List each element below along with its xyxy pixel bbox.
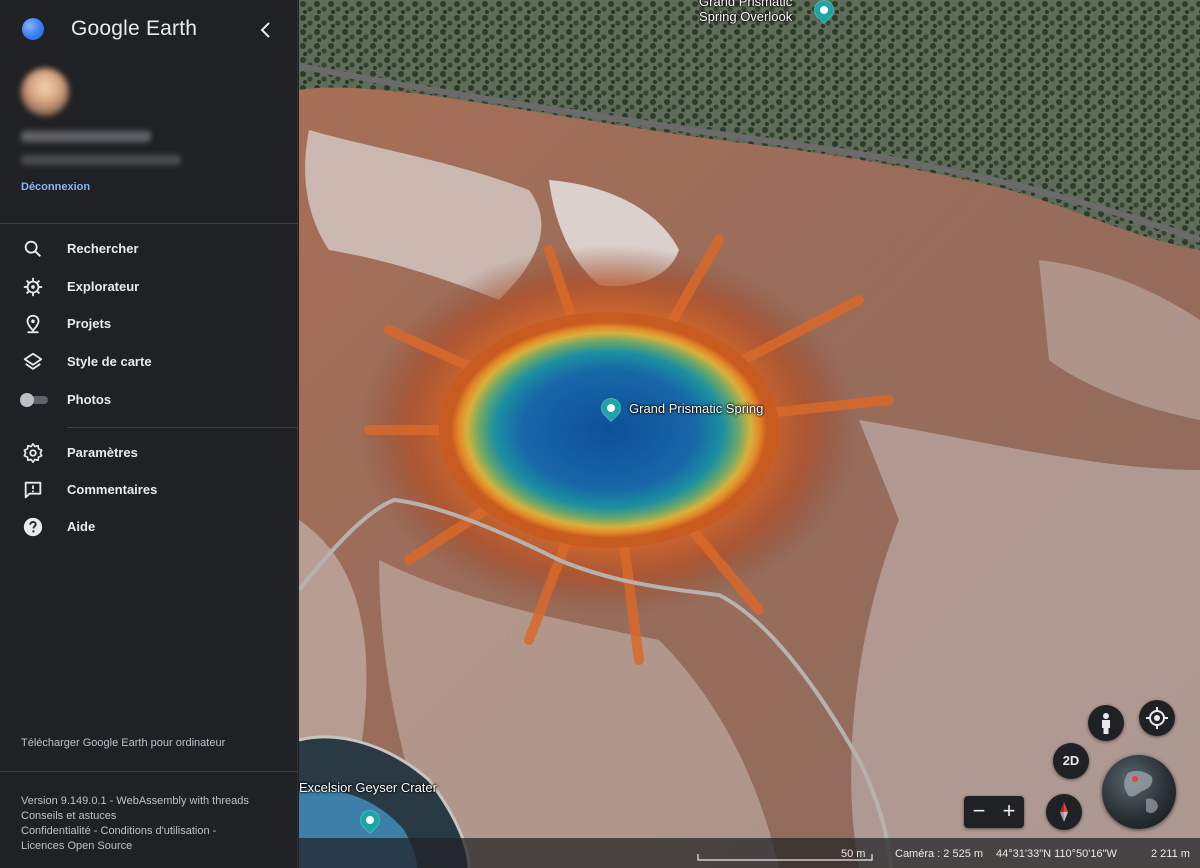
layers-icon	[23, 352, 43, 370]
place-label-overlook[interactable]: Grand Prismatic Spring Overlook	[699, 0, 792, 24]
licenses-link[interactable]: Licences Open Source	[21, 839, 249, 854]
toggle-knob	[20, 393, 34, 407]
compass-button[interactable]	[1046, 794, 1082, 830]
menu-item-label: Rechercher	[67, 241, 139, 256]
chevron-left-icon	[260, 22, 270, 38]
menu-item-label: Projets	[67, 316, 112, 331]
place-label-excelsior[interactable]: Excelsior Geyser Crater	[299, 780, 437, 795]
search-icon	[24, 240, 42, 258]
separator: -	[90, 825, 101, 837]
menu-item-label: Photos	[67, 392, 112, 407]
user-email-blurred	[21, 155, 181, 165]
divider	[0, 771, 298, 772]
menu-item-feedback[interactable]: Commentaires	[0, 472, 298, 508]
separator: -	[209, 825, 217, 837]
privacy-link[interactable]: Confidentialité	[21, 825, 91, 837]
globe-overview-button[interactable]	[1102, 755, 1176, 829]
avatar[interactable]	[21, 68, 69, 116]
menu-item-map-style[interactable]: Style de carte	[0, 344, 298, 380]
divider	[0, 223, 298, 224]
coordinates: 44°31'33"N 110°50'16"W	[996, 848, 1117, 860]
download-desktop-link[interactable]: Télécharger Google Earth pour ordinateur	[21, 737, 225, 749]
menu-item-search[interactable]: Rechercher	[0, 231, 298, 267]
zoom-in-button[interactable]: +	[994, 799, 1024, 823]
scale-label: 50 m	[841, 848, 866, 860]
collapse-sidebar-button[interactable]	[254, 18, 278, 42]
place-label-line: Grand Prismatic	[699, 0, 793, 9]
place-label-line: Spring Overlook	[699, 9, 793, 24]
terms-link[interactable]: Conditions d'utilisation	[101, 825, 210, 837]
logout-link[interactable]: Déconnexion	[21, 181, 90, 193]
zoom-out-button[interactable]: −	[964, 799, 994, 823]
explorer-icon	[23, 277, 43, 297]
satellite-imagery	[299, 0, 1200, 868]
menu-item-label: Explorateur	[67, 279, 140, 294]
menu-item-photos[interactable]: Photos	[0, 382, 298, 418]
legal-links: Confidentialité - Conditions d'utilisati…	[21, 824, 249, 839]
status-bar: 50 m Caméra : 2 525 m 44°31'33"N 110°50'…	[299, 838, 1200, 868]
ground-altitude: 2 211 m	[1151, 848, 1190, 860]
gear-icon	[23, 443, 43, 463]
zoom-controls: − +	[964, 796, 1024, 828]
google-earth-logo-icon	[22, 18, 44, 40]
version-text: Version 9.149.0.1 - WebAssembly with thr…	[21, 795, 249, 807]
help-icon	[23, 517, 43, 537]
menu-item-label: Paramètres	[67, 445, 138, 460]
toggle-2d-button[interactable]: 2D	[1053, 743, 1089, 779]
menu-item-help[interactable]: Aide	[0, 509, 298, 545]
street-view-button[interactable]	[1088, 705, 1124, 741]
footer: Version 9.149.0.1 - WebAssembly with thr…	[21, 794, 249, 854]
menu-item-projects[interactable]: Projets	[0, 306, 298, 342]
sidebar: Google Earth Déconnexion Rechercher Expl…	[0, 0, 298, 868]
menu-item-settings[interactable]: Paramètres	[0, 435, 298, 471]
menu-item-label: Commentaires	[67, 482, 158, 497]
app-title: Google Earth	[71, 17, 198, 40]
divider	[67, 427, 298, 428]
pegman-icon	[1102, 713, 1110, 734]
crosshair-icon	[1146, 707, 1168, 729]
feedback-icon	[24, 481, 42, 499]
sidebar-header: Google Earth	[0, 0, 298, 60]
map-viewport[interactable]: Grand Prismatic Spring Overlook Grand Pr…	[299, 0, 1200, 868]
globe-icon	[1124, 770, 1158, 814]
camera-altitude: Caméra : 2 525 m	[895, 848, 984, 860]
projects-pin-icon	[26, 314, 40, 334]
photos-toggle-switch[interactable]	[20, 393, 48, 407]
menu-item-explorer[interactable]: Explorateur	[0, 269, 298, 305]
menu-item-label: Aide	[67, 519, 96, 534]
compass-icon	[1060, 802, 1068, 822]
user-name-blurred	[21, 131, 151, 142]
my-location-button[interactable]	[1139, 700, 1175, 736]
menu-item-label: Style de carte	[67, 354, 152, 369]
place-label-grand-prismatic[interactable]: Grand Prismatic Spring	[629, 401, 763, 416]
tips-link[interactable]: Conseils et astuces	[21, 809, 249, 824]
